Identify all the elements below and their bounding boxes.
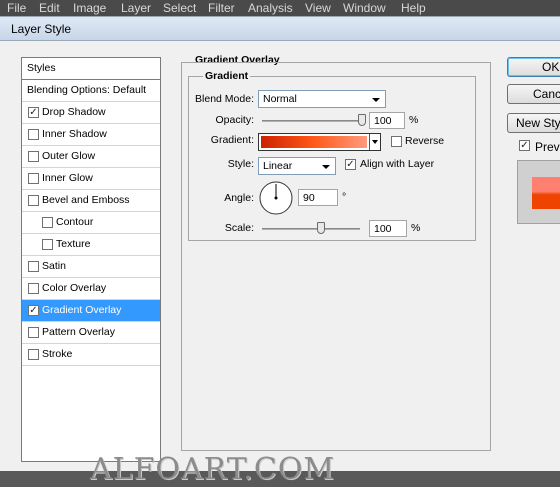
menu-help[interactable]: Help	[401, 1, 426, 15]
style-preview-swatch	[532, 177, 560, 209]
style-item-gradient-overlay[interactable]: ✓ Gradient Overlay	[22, 300, 160, 322]
style-item-drop-shadow[interactable]: ✓ Drop Shadow	[22, 102, 160, 124]
dialog-titlebar[interactable]: Layer Style	[0, 17, 560, 41]
style-item-label: Color Overlay	[42, 282, 107, 294]
gradient-label: Gradient:	[210, 134, 254, 146]
scale-input[interactable]: 100	[369, 220, 407, 237]
opacity-slider[interactable]	[262, 120, 362, 122]
cancel-button[interactable]: Cancel	[507, 84, 560, 104]
style-item-label: Outer Glow	[42, 150, 96, 162]
style-item-blending-options-default[interactable]: Blending Options: Default	[22, 80, 160, 102]
gradient-group-title: Gradient	[203, 70, 251, 82]
blend-mode-select[interactable]: Normal	[258, 90, 386, 108]
align-with-layer-checkbox[interactable]: ✓	[345, 159, 356, 170]
style-item-label: Bevel and Emboss	[42, 194, 130, 206]
scale-label: Scale:	[224, 222, 254, 234]
chevron-down-icon	[372, 98, 380, 102]
preview-checkbox[interactable]: ✓	[519, 140, 530, 151]
gradient-picker[interactable]	[258, 133, 381, 151]
style-checkbox[interactable]	[42, 217, 53, 228]
watermark: ALFOART.COM	[90, 452, 336, 487]
menu-layer[interactable]: Layer	[121, 1, 151, 15]
style-checkbox[interactable]	[28, 151, 39, 162]
style-item-label: Inner Glow	[42, 172, 93, 184]
style-label: Style:	[227, 158, 254, 170]
style-checkbox[interactable]	[42, 239, 53, 250]
style-item-stroke[interactable]: Stroke	[22, 344, 160, 366]
style-checkbox[interactable]	[28, 195, 39, 206]
style-item-satin[interactable]: Satin	[22, 256, 160, 278]
style-item-label: Drop Shadow	[42, 106, 106, 118]
style-item-inner-shadow[interactable]: Inner Shadow	[22, 124, 160, 146]
style-item-bevel-and-emboss[interactable]: Bevel and Emboss	[22, 190, 160, 212]
menu-file[interactable]: File	[7, 1, 26, 15]
style-preview-box	[517, 160, 560, 224]
dialog-title: Layer Style	[11, 22, 72, 36]
styles-header[interactable]: Styles	[22, 58, 160, 80]
menu-analysis[interactable]: Analysis	[248, 1, 293, 15]
menu-view[interactable]: View	[305, 1, 331, 15]
style-checkbox[interactable]: ✓	[28, 107, 39, 118]
align-with-layer-label: Align with Layer	[360, 158, 435, 170]
style-item-contour[interactable]: Contour	[22, 212, 160, 234]
styles-list: Styles Blending Options: Default ✓ Drop Sh…	[21, 57, 161, 462]
menu-edit[interactable]: Edit	[39, 1, 60, 15]
menu-image[interactable]: Image	[73, 1, 106, 15]
scale-unit: %	[411, 222, 421, 234]
menu-filter[interactable]: Filter	[208, 1, 235, 15]
scale-slider-thumb[interactable]	[316, 222, 325, 234]
reverse-label: Reverse	[405, 135, 445, 147]
menu-select[interactable]: Select	[163, 1, 196, 15]
reverse-checkbox[interactable]	[391, 136, 402, 147]
gradient-dropdown-button[interactable]	[369, 134, 380, 150]
new-style-button[interactable]: New Style...	[507, 113, 560, 133]
preview-label: Preview	[535, 140, 560, 154]
style-checkbox[interactable]	[28, 349, 39, 360]
style-item-color-overlay[interactable]: Color Overlay	[22, 278, 160, 300]
menu-window[interactable]: Window	[343, 1, 386, 15]
style-item-label: Gradient Overlay	[42, 304, 122, 316]
style-item-label: Texture	[56, 238, 91, 250]
style-item-label: Stroke	[42, 348, 73, 360]
style-select[interactable]: Linear	[258, 157, 336, 175]
style-item-inner-glow[interactable]: Inner Glow	[22, 168, 160, 190]
style-checkbox[interactable]	[28, 173, 39, 184]
gradient-preview-swatch[interactable]	[261, 136, 367, 148]
style-item-label: Contour	[56, 216, 94, 228]
angle-dial[interactable]	[258, 180, 294, 216]
style-item-label: Pattern Overlay	[42, 326, 115, 338]
ok-button[interactable]: OK	[507, 57, 560, 77]
opacity-label: Opacity:	[215, 114, 254, 126]
style-checkbox[interactable]	[28, 261, 39, 272]
angle-input[interactable]: 90	[298, 189, 338, 206]
layer-style-dialog: Layer Style Styles Blending Options: Def…	[0, 16, 560, 471]
style-checkbox[interactable]	[28, 327, 39, 338]
style-checkbox[interactable]	[28, 129, 39, 140]
opacity-input[interactable]: 100	[369, 112, 405, 129]
chevron-down-icon	[322, 165, 330, 169]
style-item-label: Inner Shadow	[42, 128, 107, 140]
style-checkbox[interactable]	[28, 283, 39, 294]
opacity-unit: %	[409, 114, 419, 126]
opacity-slider-thumb[interactable]	[358, 114, 366, 126]
scale-slider[interactable]	[262, 228, 360, 230]
angle-unit: °	[342, 191, 347, 203]
style-checkbox[interactable]: ✓	[28, 305, 39, 316]
style-item-label: Blending Options: Default	[27, 84, 147, 96]
style-item-pattern-overlay[interactable]: Pattern Overlay	[22, 322, 160, 344]
style-item-outer-glow[interactable]: Outer Glow	[22, 146, 160, 168]
style-item-label: Satin	[42, 260, 66, 272]
chevron-down-icon	[372, 140, 378, 144]
angle-label: Angle:	[224, 192, 254, 204]
blend-mode-label: Blend Mode:	[195, 93, 254, 105]
menu-bar: File Edit Image Layer Select Filter Anal…	[0, 0, 560, 16]
style-item-texture[interactable]: Texture	[22, 234, 160, 256]
